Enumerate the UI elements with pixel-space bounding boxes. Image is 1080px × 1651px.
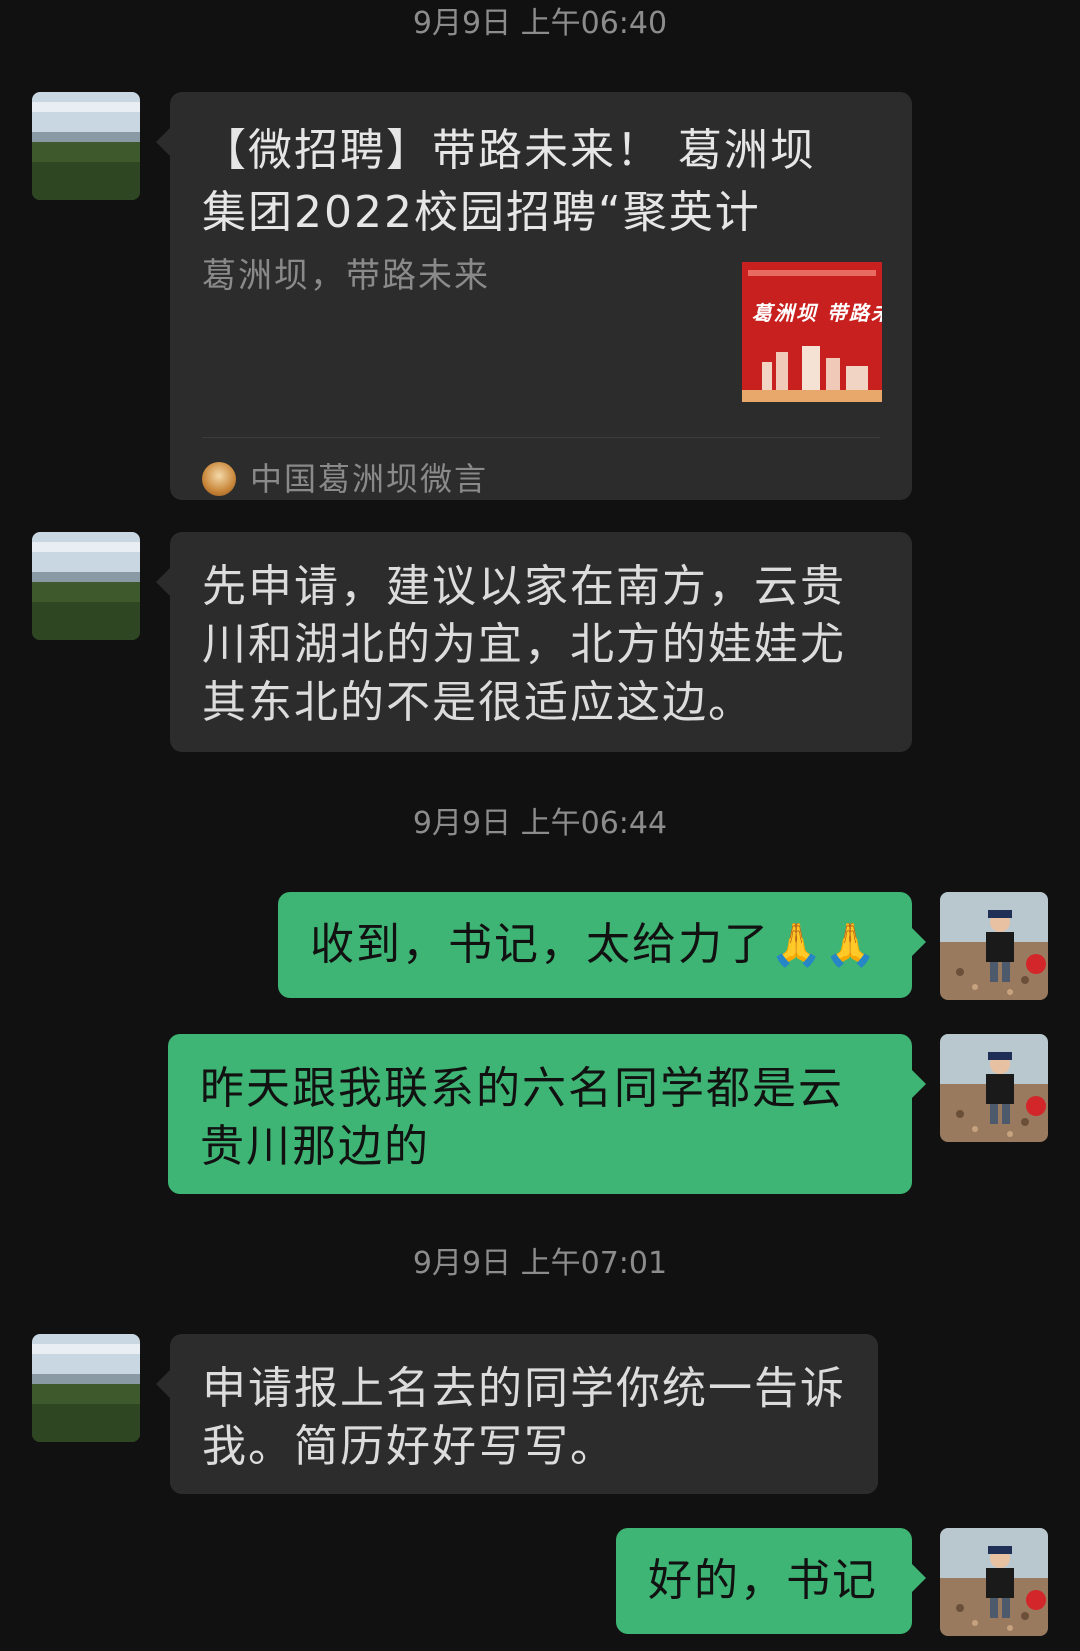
contact-avatar-icon[interactable] bbox=[32, 532, 140, 640]
message-text: 先申请，建议以家在南方，云贵川和湖北的为宜，北方的娃娃尤其东北的不是很适应这边。 bbox=[202, 561, 846, 728]
card-thumbnail-text: 葛洲坝 带路未来 bbox=[752, 301, 882, 325]
pray-emoji-icon: 🙏🙏 bbox=[770, 920, 879, 969]
card-divider bbox=[202, 437, 880, 438]
message-bubble[interactable]: 申请报上名去的同学你统一告诉我。简历好好写写。 bbox=[156, 1334, 878, 1494]
card-thumbnail: 葛洲坝 带路未来 bbox=[742, 262, 914, 402]
message-bubble[interactable]: 先申请，建议以家在南方，云贵川和湖北的为宜，北方的娃娃尤其东北的不是很适应这边。 bbox=[156, 532, 912, 752]
gezhouba-logo-icon bbox=[202, 462, 236, 496]
message-bubble[interactable]: 昨天跟我联系的六名同学都是云贵川那边的 bbox=[168, 1034, 926, 1194]
timestamp: 9月9日 上午07:01 bbox=[412, 1246, 668, 1281]
contact-avatar-icon[interactable] bbox=[32, 1334, 140, 1442]
message-text: 收到，书记，太给力了 bbox=[310, 919, 770, 970]
message-text: 申请报上名去的同学你统一告诉我。简历好好写写。 bbox=[202, 1363, 846, 1472]
my-avatar-icon[interactable] bbox=[940, 892, 1048, 1000]
timestamp: 9月9日 上午06:40 bbox=[412, 6, 668, 41]
message-text: 昨天跟我联系的六名同学都是云贵川那边的 bbox=[200, 1063, 844, 1172]
card-source[interactable]: 中国葛洲坝微言 bbox=[202, 452, 488, 506]
my-avatar-icon[interactable] bbox=[940, 1034, 1048, 1142]
my-avatar-icon[interactable] bbox=[940, 1528, 1048, 1636]
message-bubble[interactable]: 好的，书记 bbox=[616, 1528, 926, 1634]
card-title: 【微招聘】带路未来！ 葛洲坝集团2022校园招聘“聚英计划”启… bbox=[202, 125, 816, 238]
timestamp: 9月9日 上午06:44 bbox=[412, 806, 668, 841]
message-bubble[interactable]: 收到，书记，太给力了🙏🙏 bbox=[278, 892, 926, 998]
link-card-bubble[interactable]: 【微招聘】带路未来！ 葛洲坝集团2022校园招聘“聚英计划”启… 葛洲坝，带路未… bbox=[156, 92, 914, 500]
card-source-label: 中国葛洲坝微言 bbox=[250, 460, 489, 498]
contact-avatar-icon[interactable] bbox=[32, 92, 140, 200]
message-text: 好的，书记 bbox=[648, 1555, 878, 1606]
